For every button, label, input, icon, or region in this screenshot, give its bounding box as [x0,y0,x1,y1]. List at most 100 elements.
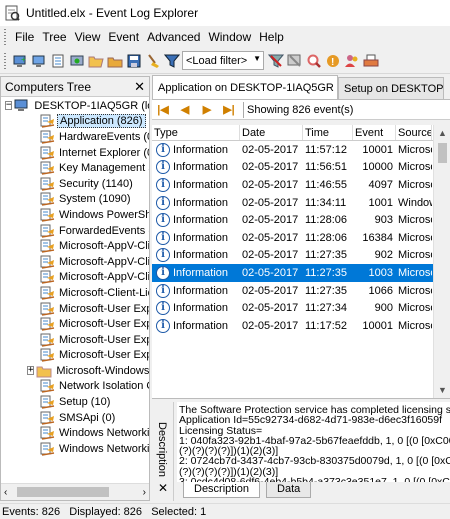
scroll-right-icon[interactable]: › [143,487,146,498]
open-file-icon[interactable] [106,52,124,70]
column-event[interactable]: Event [353,125,396,140]
load-filter-select[interactable]: <Load filter> ▼ [182,51,264,70]
tree-item[interactable]: Network Isolation O [1,379,149,395]
scroll-thumb[interactable] [438,143,447,163]
menu-file[interactable]: File [11,27,38,47]
log-icon [40,333,55,347]
table-row[interactable]: i Information 02-05-2017 11:27:35 1003 Micros… [152,264,450,282]
expand-icon[interactable]: + [27,366,35,376]
save-icon[interactable] [125,52,143,70]
tree-item[interactable]: Windows PowerShel [1,207,149,223]
find-grid-icon[interactable] [286,52,304,70]
computer-icon[interactable] [30,52,48,70]
tree-item[interactable]: Microsoft-User Expe [1,316,149,332]
tree-item[interactable]: Microsoft-User Expe [1,332,149,348]
tree-item[interactable]: Windows Networkin [1,441,149,457]
filter-icon[interactable] [163,52,181,70]
print-icon[interactable] [362,52,380,70]
table-row[interactable]: i Information 02-05-2017 11:17:52 10001 Micro… [152,317,450,335]
information-icon: i [156,248,170,263]
type-text: Information [173,319,229,332]
tree-item[interactable]: Windows Networkin [1,425,149,441]
menu-tree[interactable]: Tree [38,27,70,47]
table-row[interactable]: iInformation02-05-201711:34:111001Window [152,194,450,212]
tree-item-label: ForwardedEvents (0 [59,224,149,237]
cell-time: 11:27:34 [305,302,348,315]
close-icon[interactable]: ✕ [158,481,168,495]
search-icon[interactable] [305,52,323,70]
log-icon[interactable] [49,52,67,70]
refresh-log-icon[interactable] [68,52,86,70]
add-computer-icon[interactable]: + [11,52,29,70]
table-row[interactable]: iInformation02-05-201711:27:34900Microso [152,299,450,317]
broom-icon[interactable] [144,52,162,70]
tree-item[interactable]: Internet Explorer (0 [1,145,149,161]
scroll-left-icon[interactable]: ‹ [4,487,7,498]
column-source[interactable]: Source [396,125,432,140]
cell-event: 900 [374,302,393,315]
tree-hscrollbar[interactable]: ‹ › [1,483,149,500]
menu-bar: File Tree View Event Advanced Window Hel… [0,26,450,48]
tree-item[interactable]: Security (1140) [1,176,149,192]
scroll-thumb[interactable] [17,487,109,497]
tab-description[interactable]: Description [183,482,261,498]
menu-help[interactable]: Help [255,27,288,47]
type-text: Information [173,249,229,262]
close-icon[interactable]: ✕ [134,79,145,95]
tree-item[interactable]: HardwareEvents (0) [1,129,149,145]
tree-item[interactable]: Microsoft-AppV-Clie [1,254,149,270]
menu-event[interactable]: Event [104,27,143,47]
last-page-icon[interactable]: ▶| [218,103,240,116]
tab-data[interactable]: Data [266,482,312,498]
tree-item[interactable]: Setup (10) [1,394,149,410]
tree-item[interactable]: Microsoft-User Expe [1,348,149,364]
grid-vscrollbar[interactable]: ▲ ▼ [433,125,450,398]
column-time[interactable]: Time [303,125,353,140]
next-page-icon[interactable]: ▶ [196,103,218,116]
table-row[interactable]: i Information 02-05-2017 11:27:35 1066 Micros… [152,282,450,300]
tree-item[interactable]: Microsoft-Client-Lice [1,285,149,301]
cell-event: 10001 [362,143,393,156]
scroll-down-icon[interactable]: ▼ [434,382,450,398]
tree-item[interactable]: Application (826) [1,114,149,130]
menu-view[interactable]: View [71,27,105,47]
cell-event: 1003 [368,266,393,279]
menu-advanced[interactable]: Advanced [143,27,204,47]
table-row[interactable]: i Information 02-05-2017 11:56:51 10000 Micro… [152,159,450,177]
log-icon [40,130,55,144]
prev-page-icon[interactable]: ◀ [174,103,196,116]
clear-filter-icon[interactable] [267,52,285,70]
tree-item[interactable]: + Microsoft-Windows [1,363,149,379]
open-folder-icon[interactable] [87,52,105,70]
cell-date: 02-05-2017 [242,214,299,227]
description-text[interactable]: The Software Protection service has comp… [177,402,450,482]
collapse-icon[interactable]: − [5,101,13,111]
tree-item[interactable]: Microsoft-User Expe [1,301,149,317]
tree-root[interactable]: − DESKTOP-1IAQ5GR (loc [1,98,149,114]
log-icon [40,146,55,160]
tab-setup[interactable]: Setup on DESKTOP- [338,77,444,99]
menu-window[interactable]: Window [204,27,255,47]
tree-item[interactable]: Key Management Se [1,160,149,176]
description-side-label: Description [156,422,168,478]
type-text: Information [173,214,229,227]
scroll-up-icon[interactable]: ▲ [434,125,450,141]
tree-item[interactable]: ForwardedEvents (0 [1,223,149,239]
tree-item[interactable]: SMSApi (0) [1,410,149,426]
table-row[interactable]: iInformation02-05-201711:28:06903Microso [152,211,450,229]
tree-item[interactable]: Microsoft-AppV-Clie [1,270,149,286]
table-row[interactable]: iInformation02-05-201711:27:35902Microso [152,247,450,265]
table-row[interactable]: i Information 02-05-2017 11:28:06 16384 Micro… [152,229,450,247]
alert-icon[interactable]: ! [324,52,342,70]
tab-application[interactable]: Application on DESKTOP-1IAQ5GR ✕ [152,75,338,99]
tree-root-label: DESKTOP-1IAQ5GR (loc [34,99,149,112]
column-type[interactable]: Type [152,125,240,140]
users-icon[interactable] [343,52,361,70]
column-date[interactable]: Date [240,125,303,140]
table-row[interactable]: i Information 02-05-2017 11:46:55 4097 Micros… [152,176,450,194]
tree-item[interactable]: Microsoft-AppV-Clie [1,238,149,254]
first-page-icon[interactable]: |◀ [152,103,174,116]
table-row[interactable]: i Information 02-05-2017 11:57:12 10001 Micro… [152,141,450,159]
cell-date: 02-05-2017 [242,161,299,174]
tree-item[interactable]: System (1090) [1,192,149,208]
